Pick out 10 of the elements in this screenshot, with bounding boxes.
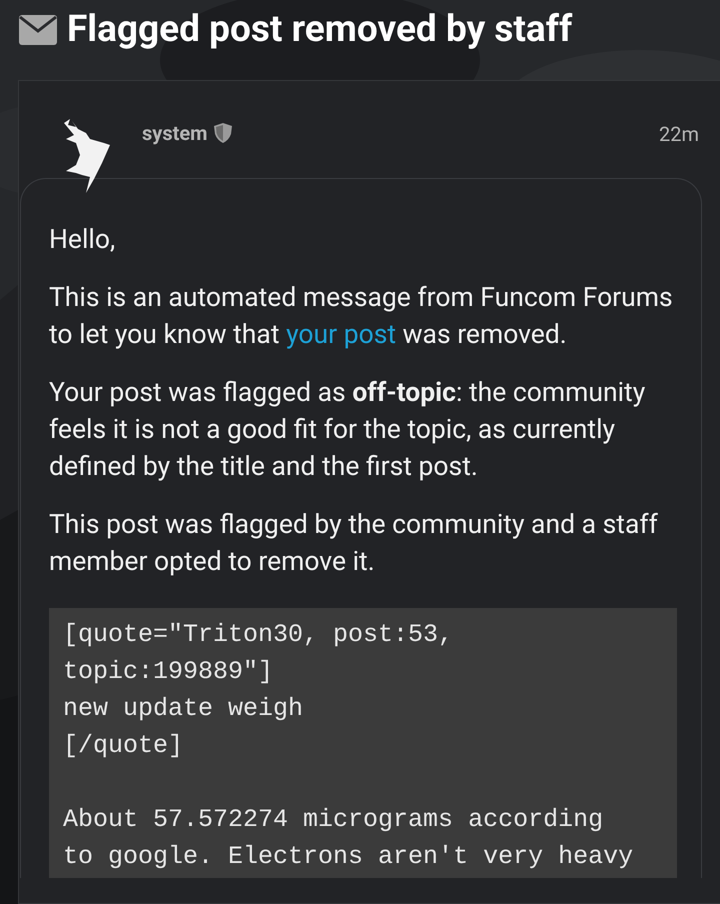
envelope-icon (19, 15, 57, 45)
paragraph: This is an automated message from Funcom Forums to let you know that your post was removed. (49, 281, 674, 352)
username[interactable]: system (142, 118, 208, 148)
paragraph: Hello, (49, 223, 116, 257)
paragraph: This post was flagged by the community and a staff member opted to remove it. (49, 508, 659, 579)
post-time[interactable]: 22m (659, 119, 700, 149)
post-link[interactable]: your post (286, 319, 396, 350)
code-block: [quote="Triton30, post:53, topic:199889"] new update weigh [/quote] About 57.572274 micrograms according to google. Electrons aren't very heavy (49, 608, 677, 878)
page-title: Flagged post removed by staff (67, 7, 572, 54)
paragraph: Your post was flagged as off-topic: the community feels it is not a good fit for the topic, as currently defined by the title and the first post. (49, 376, 646, 484)
